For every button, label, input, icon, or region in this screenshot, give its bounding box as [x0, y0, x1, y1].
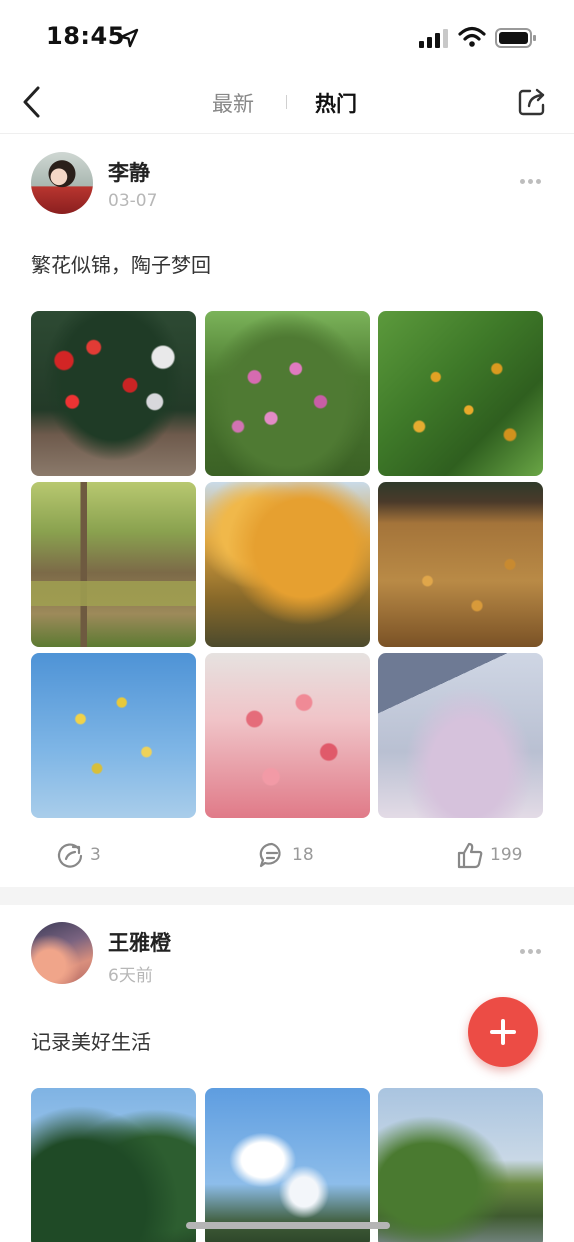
post-card: 王雅橙 6天前 记录美好生活 [0, 905, 574, 1242]
photo-climbing-roses[interactable] [205, 311, 370, 476]
wifi-icon [458, 26, 486, 47]
post-text: 记录美好生活 [31, 1030, 151, 1054]
tab-latest[interactable]: 最新 [212, 88, 254, 118]
back-icon[interactable] [18, 84, 46, 120]
comment-icon [259, 842, 281, 868]
share-icon[interactable] [516, 86, 548, 118]
feed-divider [0, 887, 574, 905]
user-name[interactable]: 王雅橙 [108, 927, 171, 957]
photo-leafy-path[interactable] [31, 482, 196, 647]
photo-camellia[interactable] [31, 311, 196, 476]
tab-hot[interactable]: 热门 [315, 88, 357, 118]
cellular-signal-icon [419, 29, 448, 48]
battery-icon [495, 28, 536, 48]
repost-count: 3 [90, 845, 101, 865]
post-text: 繁花似锦，陶子梦回 [31, 253, 211, 277]
tab-separator [286, 95, 287, 109]
photo-osmanthus[interactable] [378, 311, 543, 476]
like-icon [457, 842, 483, 869]
photo-cherry-blossom-building[interactable] [378, 653, 543, 818]
like-count: 199 [490, 845, 523, 865]
post-time: 6天前 [108, 966, 153, 986]
post-card: 李静 03-07 繁花似锦，陶子梦回 3 18 199 [0, 135, 574, 887]
avatar[interactable] [31, 922, 93, 984]
photo-lake-willows[interactable] [378, 1088, 543, 1242]
avatar[interactable] [31, 152, 93, 214]
user-name[interactable]: 李静 [108, 157, 150, 187]
more-icon[interactable] [519, 947, 543, 955]
top-nav: 最新 热门 [0, 70, 574, 134]
add-post-button[interactable] [468, 997, 538, 1067]
photo-plum-blossom[interactable] [205, 653, 370, 818]
home-indicator[interactable] [186, 1222, 390, 1229]
photo-wintersweet[interactable] [31, 653, 196, 818]
post-time: 03-07 [108, 191, 158, 211]
repost-icon [57, 843, 83, 868]
more-icon[interactable] [519, 177, 543, 185]
location-arrow-icon [119, 28, 139, 48]
screen: 18:45 最新 热门 李静 03-07 繁花似锦，陶子梦回 3 18 199 … [0, 0, 574, 1242]
comment-count: 18 [292, 845, 314, 865]
photo-pine-trees[interactable] [31, 1088, 196, 1242]
photo-fallen-leaves[interactable] [378, 482, 543, 647]
photo-ginkgo-tree[interactable] [205, 482, 370, 647]
status-time: 18:45 [46, 22, 125, 50]
status-bar: 18:45 [0, 0, 574, 70]
photo-blue-sky-clouds[interactable] [205, 1088, 370, 1242]
